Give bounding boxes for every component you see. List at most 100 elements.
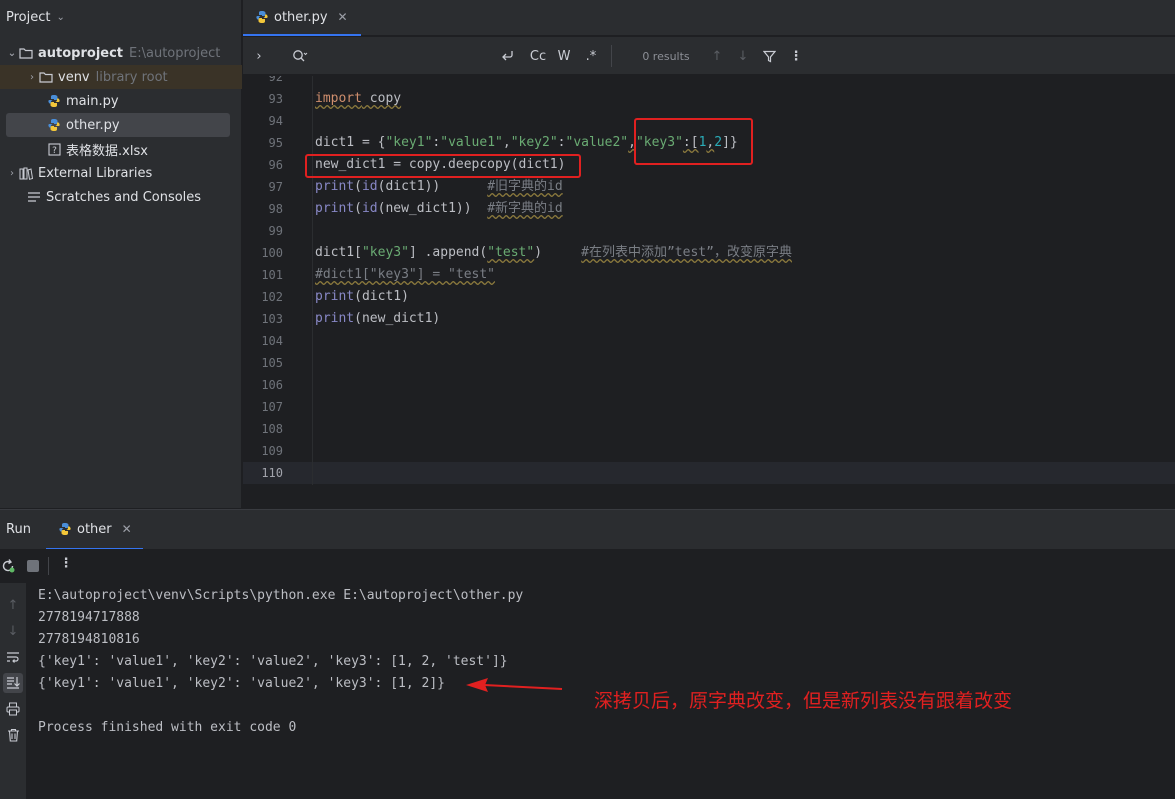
line-number: 95	[268, 136, 283, 150]
line-number: 92	[268, 76, 283, 84]
console-line: Process finished with exit code 0	[38, 720, 297, 735]
code-token: "key3"	[361, 245, 409, 260]
soft-wrap-icon[interactable]	[3, 647, 23, 667]
scratches-icon	[26, 189, 42, 205]
chevron-down-icon[interactable]: ⌄	[56, 12, 64, 23]
code-token: id	[361, 201, 378, 216]
python-file-icon	[255, 10, 269, 24]
code-token: copy	[361, 91, 402, 106]
line-number: 100	[261, 246, 283, 260]
console-line: 2778194717888	[38, 610, 140, 625]
tree-item-label: Scratches and Consoles	[46, 189, 202, 205]
arrow-up-icon[interactable]: ↑	[3, 595, 23, 615]
tree-item-scratches[interactable]: Scratches and Consoles	[0, 185, 242, 209]
arrow-down-icon[interactable]: ↓	[3, 621, 23, 641]
more-icon[interactable]: ⋮	[786, 37, 806, 75]
tree-item-hint: library root	[95, 69, 168, 85]
console-line: {'key1': 'value1', 'key2': 'value2', 'ke…	[38, 676, 445, 691]
console-line: {'key1': 'value1', 'key2': 'value2', 'ke…	[38, 654, 508, 669]
code-token: print	[315, 311, 355, 326]
code-line: print(id(dict1)) #旧字典的id	[315, 176, 563, 198]
tab-label: other.py	[274, 9, 328, 25]
close-icon[interactable]: ✕	[122, 522, 132, 536]
tree-item-autoproject[interactable]: ⌄ autoproject E:\autoproject	[0, 41, 242, 65]
chevron-right-icon[interactable]: ›	[26, 72, 38, 83]
svg-text:?: ?	[52, 146, 57, 156]
code-token: "key1"	[385, 135, 433, 150]
console-line: E:\autoproject\venv\Scripts\python.exe E…	[38, 588, 524, 603]
tab-other-py[interactable]: other.py ✕	[243, 0, 361, 36]
code-line: import copy	[315, 88, 401, 110]
regex-toggle[interactable]: .*	[580, 37, 602, 75]
highlight-box-deepcopy	[305, 154, 581, 178]
code-token: ,	[502, 135, 511, 150]
code-line: dict1["key3"] .append("test") #在列表中添加”te…	[315, 242, 792, 264]
code-token: (dict1))	[377, 179, 488, 194]
unknown-file-icon: ?	[46, 141, 62, 157]
new-line-icon[interactable]	[497, 37, 519, 75]
code-token: dict1[	[315, 245, 362, 260]
line-number: 98	[268, 202, 283, 216]
line-number: 99	[268, 224, 283, 238]
code-line: print(new_dict1)	[315, 308, 440, 330]
code-token: print	[315, 201, 355, 216]
search-icon[interactable]	[289, 37, 311, 75]
code-token: :	[557, 135, 566, 150]
tree-item-xlsx[interactable]: ? 表格数据.xlsx	[0, 137, 242, 161]
folder-icon	[38, 69, 54, 85]
code-token: (	[354, 179, 362, 194]
line-number: 107	[261, 400, 283, 414]
tree-item-external-libraries[interactable]: › External Libraries	[0, 161, 242, 185]
close-icon[interactable]: ✕	[338, 10, 348, 24]
line-number: 104	[261, 334, 283, 348]
filter-icon[interactable]	[759, 37, 779, 75]
whole-word-toggle[interactable]: W	[553, 37, 575, 75]
tree-item-other-py[interactable]: other.py	[6, 113, 230, 137]
stop-icon[interactable]	[27, 560, 39, 572]
line-number: 101	[261, 268, 283, 282]
code-line: print(id(new_dict1)) #新字典的id	[315, 198, 563, 220]
chevron-right-icon[interactable]: ›	[249, 37, 269, 75]
code-token: dict1 = {	[315, 135, 386, 150]
line-number: 97	[268, 180, 283, 194]
code-token: print	[315, 179, 355, 194]
run-panel-header: Run other ✕	[0, 509, 1175, 550]
line-number-gutter: 92 93 94 95 96 97 98 99 100 101 102 103 …	[243, 76, 313, 485]
run-toolbar: ⋮	[0, 549, 1175, 583]
code-token: "test"	[487, 245, 535, 260]
python-file-icon	[46, 93, 62, 109]
chevron-down-icon[interactable]: ⌄	[6, 48, 18, 59]
more-icon[interactable]: ⋮	[58, 556, 74, 576]
tree-item-venv[interactable]: › venv library root	[0, 65, 242, 89]
match-case-toggle[interactable]: Cc	[527, 37, 549, 75]
line-number: 103	[261, 312, 283, 326]
chevron-right-icon[interactable]: ›	[6, 168, 18, 179]
code-token: id	[361, 179, 378, 194]
code-token: ] .append(	[408, 245, 488, 260]
highlight-box-key3	[634, 118, 753, 165]
trash-icon[interactable]	[3, 725, 23, 745]
rerun-icon[interactable]	[0, 558, 16, 574]
tree-item-main-py[interactable]: main.py	[0, 89, 242, 113]
line-number: 105	[261, 356, 283, 370]
python-file-icon	[46, 117, 62, 133]
code-token: (	[354, 201, 362, 216]
tab-run-other[interactable]: other ✕	[46, 510, 143, 550]
run-panel-title: Run	[6, 522, 31, 537]
code-token: (new_dict1))	[377, 201, 488, 216]
tree-item-label: 表格数据.xlsx	[66, 143, 148, 159]
library-icon	[18, 165, 34, 181]
project-panel-header[interactable]: Project ⌄	[0, 0, 241, 34]
project-panel-title: Project	[6, 9, 51, 25]
code-token: import	[315, 91, 362, 106]
arrow-down-icon[interactable]: ↓	[733, 37, 753, 75]
arrow-up-icon[interactable]: ↑	[707, 37, 727, 75]
line-number: 110	[261, 466, 283, 480]
print-icon[interactable]	[3, 699, 23, 719]
code-token: )	[534, 245, 582, 260]
scroll-to-end-icon[interactable]	[3, 673, 23, 693]
line-number: 94	[268, 114, 283, 128]
current-line-highlight	[243, 462, 1175, 484]
code-token: (new_dict1)	[354, 311, 441, 326]
tree-item-label: main.py	[66, 93, 119, 109]
